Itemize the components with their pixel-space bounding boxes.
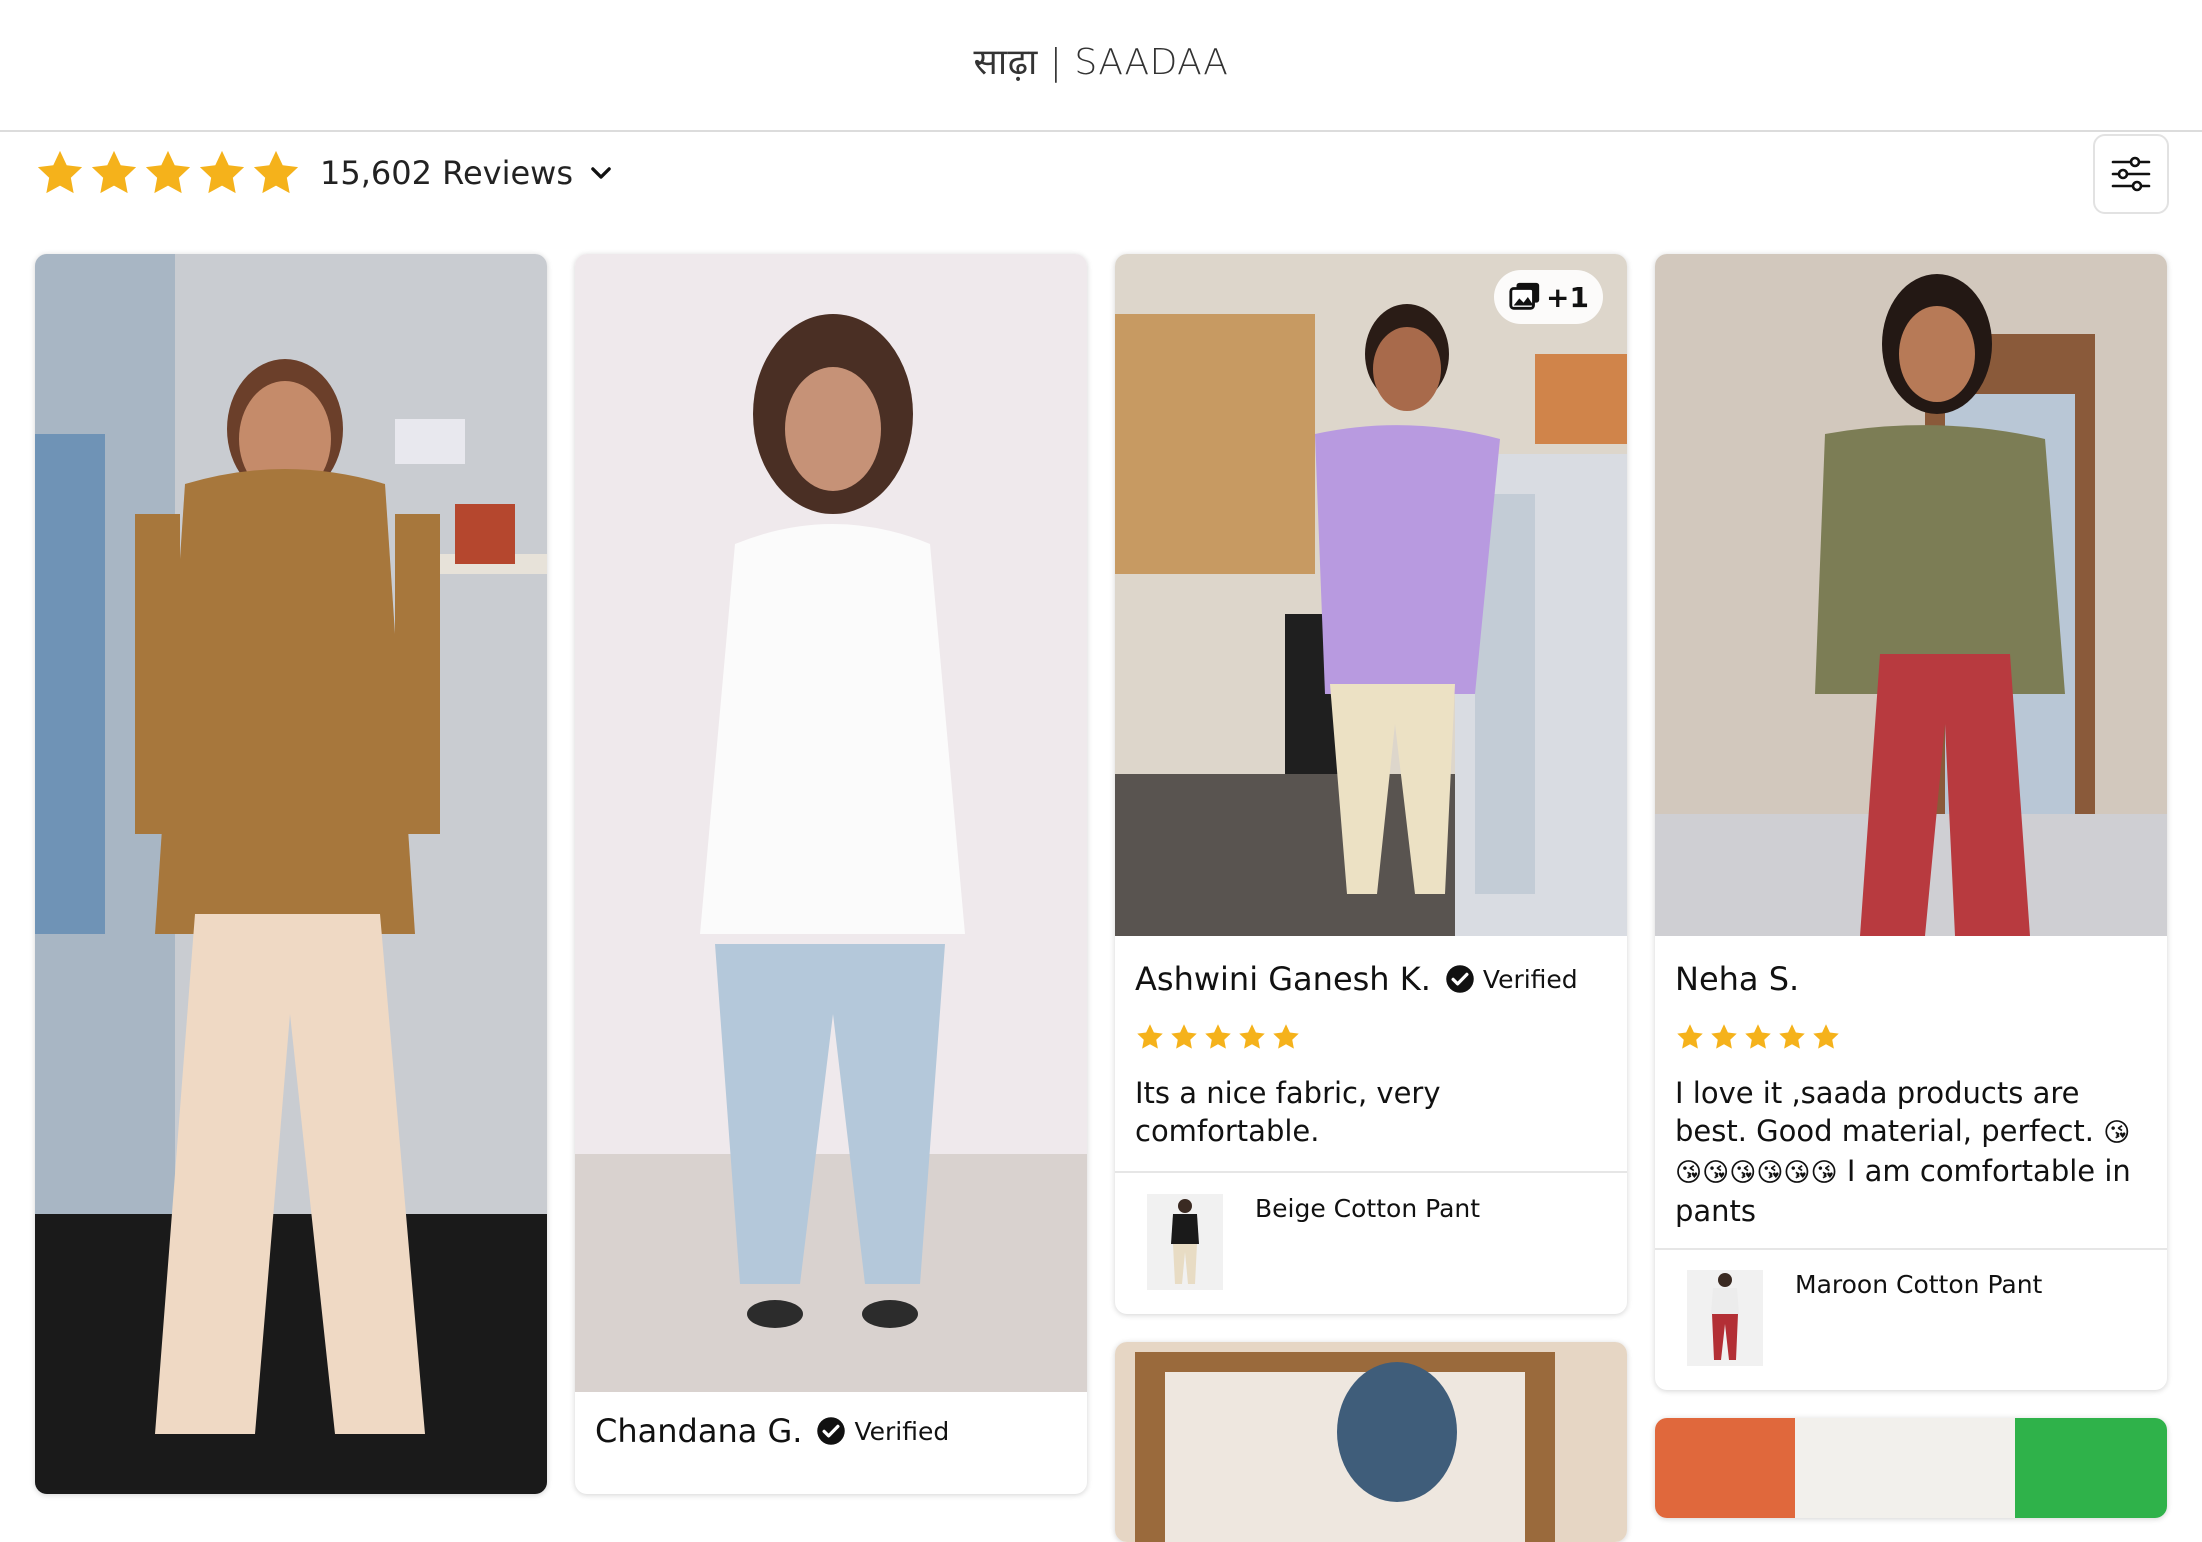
review-rating-stars bbox=[1135, 1022, 1301, 1052]
review-card[interactable]: Neha S. I love it ,saada products are be… bbox=[1655, 254, 2167, 1390]
review-text-main: I love it ,saada products are best. Good… bbox=[1675, 1076, 2094, 1148]
review-card[interactable] bbox=[1115, 1342, 1627, 1542]
reviews-summary[interactable]: 15,602 Reviews bbox=[34, 146, 615, 200]
star-icon bbox=[196, 147, 248, 199]
star-icon bbox=[1135, 1022, 1165, 1052]
review-card[interactable] bbox=[35, 254, 547, 1494]
review-card[interactable]: Chandana G. Verified bbox=[575, 254, 1087, 1494]
check-circle-icon bbox=[816, 1416, 846, 1446]
verified-badge: Verified bbox=[816, 1416, 949, 1446]
extra-images-count: +1 bbox=[1546, 280, 1589, 314]
divider bbox=[1655, 1248, 2167, 1250]
brand-logo[interactable]: साढ़ा | SAADAA bbox=[0, 36, 2202, 85]
review-photo[interactable] bbox=[1115, 1342, 1627, 1542]
product-link[interactable]: Beige Cotton Pant bbox=[1147, 1194, 1480, 1290]
star-icon bbox=[1271, 1022, 1301, 1052]
product-name[interactable]: Maroon Cotton Pant bbox=[1795, 1270, 2042, 1299]
star-icon bbox=[1203, 1022, 1233, 1052]
review-photo[interactable] bbox=[1655, 254, 2167, 936]
review-photo[interactable]: +1 bbox=[1115, 254, 1627, 936]
review-rating-stars bbox=[1675, 1022, 1841, 1052]
check-circle-icon bbox=[1445, 964, 1475, 994]
chevron-down-icon[interactable] bbox=[587, 159, 615, 187]
star-icon bbox=[88, 147, 140, 199]
reviewer-name: Chandana G. bbox=[595, 1412, 803, 1450]
reviewer-row: Neha S. bbox=[1675, 960, 1799, 998]
review-card[interactable]: +1 Ashwini Ganesh K. Verified Its a nice… bbox=[1115, 254, 1627, 1314]
image-gallery-icon bbox=[1509, 282, 1540, 310]
filter-button[interactable] bbox=[2093, 134, 2169, 214]
review-photo[interactable] bbox=[575, 254, 1087, 1392]
verified-badge: Verified bbox=[1445, 964, 1578, 994]
reviewer-name: Ashwini Ganesh K. bbox=[1135, 960, 1431, 998]
reviewer-row: Chandana G. Verified bbox=[595, 1412, 949, 1450]
review-text: Its a nice fabric, very comfortable. bbox=[1135, 1076, 1441, 1148]
reviews-count[interactable]: 15,602 Reviews bbox=[320, 154, 573, 192]
filter-sliders-icon bbox=[2111, 156, 2151, 192]
star-icon bbox=[1237, 1022, 1267, 1052]
product-name[interactable]: Beige Cotton Pant bbox=[1255, 1194, 1480, 1223]
star-icon bbox=[1777, 1022, 1807, 1052]
review-card[interactable] bbox=[1655, 1418, 2167, 1518]
site-header: साढ़ा | SAADAA bbox=[0, 0, 2202, 132]
star-icon bbox=[1811, 1022, 1841, 1052]
star-icon bbox=[142, 147, 194, 199]
product-link[interactable]: Maroon Cotton Pant bbox=[1687, 1270, 2042, 1366]
star-icon bbox=[1169, 1022, 1199, 1052]
star-icon bbox=[250, 147, 302, 199]
product-thumbnail[interactable] bbox=[1147, 1194, 1223, 1290]
review-photo[interactable] bbox=[35, 254, 547, 1494]
product-thumbnail[interactable] bbox=[1687, 1270, 1763, 1366]
star-icon bbox=[1675, 1022, 1705, 1052]
verified-label: Verified bbox=[854, 1416, 950, 1446]
reviewer-name: Neha S. bbox=[1675, 960, 1800, 998]
divider bbox=[1115, 1171, 1627, 1173]
reviewer-row: Ashwini Ganesh K. Verified bbox=[1135, 960, 1578, 998]
star-icon bbox=[1743, 1022, 1773, 1052]
more-images-badge[interactable]: +1 bbox=[1494, 270, 1603, 324]
star-icon bbox=[34, 147, 86, 199]
overall-rating-stars bbox=[34, 147, 302, 199]
verified-label: Verified bbox=[1482, 964, 1578, 994]
star-icon bbox=[1709, 1022, 1739, 1052]
review-photo[interactable] bbox=[1655, 1418, 2167, 1518]
review-text: I love it ,saada products are best. Good… bbox=[1675, 1074, 2145, 1230]
